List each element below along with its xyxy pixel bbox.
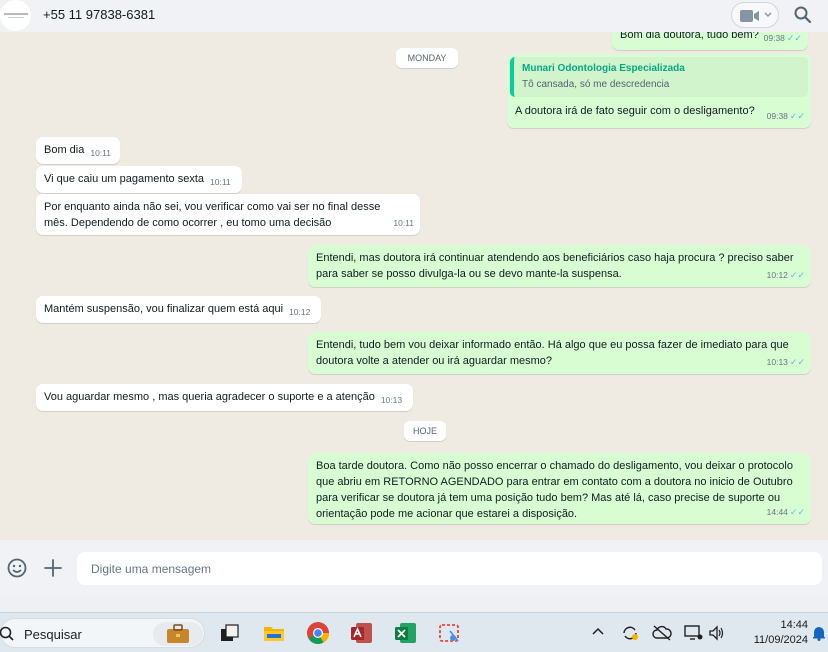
ms-access-icon xyxy=(351,623,372,643)
chrome-icon xyxy=(307,622,329,644)
message-text: Vou aguardar mesmo , mas queria agradece… xyxy=(44,391,375,403)
attach-button[interactable] xyxy=(42,557,64,579)
windows-taskbar: Pesquisar 14:44 11/09/2024 xyxy=(0,612,828,652)
taskbar-chrome[interactable] xyxy=(306,621,330,645)
message-time: 09:38 xyxy=(763,33,785,43)
message-time: 14:44 xyxy=(766,507,788,517)
message-text: Boa tarde doutora. Como não posso encerr… xyxy=(316,460,793,520)
quoted-author: Munari Odontologia Especializada xyxy=(522,63,685,74)
taskbar-snipping-tool[interactable] xyxy=(438,621,462,645)
tray-display[interactable] xyxy=(684,625,703,641)
message-text: Entendi, tudo bem vou deixar informado e… xyxy=(316,339,789,367)
smiley-icon xyxy=(7,558,27,578)
message-time: 10:13 xyxy=(380,395,403,405)
taskbar-search-box[interactable]: Pesquisar xyxy=(0,618,205,648)
search-highlight-badge[interactable] xyxy=(153,622,203,646)
chat-header: +55 11 97838-6381 xyxy=(0,0,828,32)
read-receipt-icon: ✓✓ xyxy=(789,270,805,280)
plus-icon xyxy=(44,559,62,577)
message-time: 09:38 xyxy=(766,111,788,121)
bell-icon xyxy=(813,627,825,641)
message-text: Bom dia doutora, tudo bem? xyxy=(620,32,759,41)
message-time: 10:11 xyxy=(210,177,231,187)
taskbar-clock[interactable]: 14:44 11/09/2024 xyxy=(736,618,808,648)
task-view-icon xyxy=(221,624,239,641)
taskbar-access[interactable] xyxy=(350,621,374,645)
briefcase-icon xyxy=(167,624,189,643)
message-meta: 10:12 ✓✓ xyxy=(767,267,805,283)
read-receipt-icon: ✓✓ xyxy=(789,111,805,121)
tray-notifications[interactable] xyxy=(812,625,828,641)
message-time: 10:13 xyxy=(766,357,788,367)
quoted-text: Tô cansada, só me descredencia xyxy=(522,79,670,90)
message-incoming[interactable]: Por enquanto ainda não sei, vou verifica… xyxy=(36,194,420,235)
video-call-button[interactable] xyxy=(731,2,779,28)
message-time: 10:11 xyxy=(393,218,414,228)
message-incoming[interactable]: Vou aguardar mesmo , mas queria agradece… xyxy=(36,384,413,411)
window-bottom-edge xyxy=(0,596,828,612)
tray-show-hidden-icons[interactable] xyxy=(591,625,609,641)
tray-network[interactable] xyxy=(652,625,672,641)
avatar-logo-mark xyxy=(4,13,28,15)
read-receipt-icon: ✓✓ xyxy=(789,357,805,367)
message-meta: 09:38 ✓✓ xyxy=(767,108,805,124)
speaker-icon xyxy=(709,625,724,641)
message-outgoing-reply[interactable]: Munari Odontologia Especializada Tô cans… xyxy=(507,54,811,128)
folder-icon xyxy=(264,627,284,641)
monitor-icon xyxy=(684,625,703,640)
date-separator: MONDAY xyxy=(396,48,458,68)
search-icon xyxy=(794,6,812,24)
message-input[interactable] xyxy=(77,552,822,585)
contact-name[interactable]: +55 11 97838-6381 xyxy=(43,7,155,22)
message-time: 10:12 xyxy=(289,307,311,317)
clock-time: 14:44 xyxy=(780,619,808,631)
message-text: A doutora irá de fato seguir com o desli… xyxy=(515,105,755,117)
message-incoming[interactable]: Bom dia 10:11 xyxy=(36,137,120,164)
message-meta: 09:38 ✓✓ xyxy=(764,32,802,46)
taskbar-task-view[interactable] xyxy=(218,621,242,645)
message-time: 10:11 xyxy=(90,148,111,158)
video-camera-icon xyxy=(740,10,759,22)
message-text: Bom dia xyxy=(44,144,85,156)
chevron-up-icon xyxy=(592,627,604,635)
contact-avatar[interactable] xyxy=(0,0,31,31)
excel-icon xyxy=(395,623,416,643)
message-time: 10:12 xyxy=(766,270,788,280)
message-outgoing[interactable]: Boa tarde doutora. Como não posso encerr… xyxy=(308,453,811,524)
tray-sync[interactable] xyxy=(621,625,639,641)
taskbar-search-label: Pesquisar xyxy=(24,627,82,642)
cloud-offline-icon xyxy=(652,625,672,641)
message-incoming[interactable]: Mantém suspensão, vou finalizar quem est… xyxy=(36,296,321,323)
date-separator: HOJE xyxy=(404,421,446,441)
chevron-down-icon xyxy=(764,12,772,17)
taskbar-excel[interactable] xyxy=(394,621,418,645)
message-text: Vi que caiu um pagamento sexta xyxy=(44,173,205,185)
message-meta: 14:44 ✓✓ xyxy=(767,504,805,520)
clock-date: 11/09/2024 xyxy=(753,634,808,646)
search-icon xyxy=(0,626,14,641)
message-incoming[interactable]: Vi que caiu um pagamento sexta 10:11 xyxy=(36,166,242,193)
message-list[interactable]: Bom dia doutora, tudo bem? 09:38 ✓✓ MONDA… xyxy=(0,32,828,540)
snipping-tool-icon xyxy=(439,624,459,642)
read-receipt-icon: ✓✓ xyxy=(789,507,805,517)
search-chat-button[interactable] xyxy=(792,4,814,26)
sync-icon xyxy=(623,626,638,640)
message-text: Mantém suspensão, vou finalizar quem est… xyxy=(44,303,284,315)
emoji-button[interactable] xyxy=(6,557,28,579)
message-outgoing[interactable]: Entendi, mas doutora irá continuar atend… xyxy=(308,245,811,287)
quoted-message[interactable]: Munari Odontologia Especializada Tô cans… xyxy=(510,57,808,97)
message-outgoing[interactable]: Entendi, tudo bem vou deixar informado e… xyxy=(308,332,811,374)
tray-volume[interactable] xyxy=(709,625,727,641)
avatar-logo-mark-sub xyxy=(8,17,24,18)
message-text: Entendi, mas doutora irá continuar atend… xyxy=(316,252,794,280)
message-outgoing[interactable]: Bom dia doutora, tudo bem? 09:38 ✓✓ xyxy=(612,32,808,50)
taskbar-file-explorer[interactable] xyxy=(262,621,286,645)
message-text: Por enquanto ainda não sei, vou verifica… xyxy=(44,201,381,229)
read-receipt-icon: ✓✓ xyxy=(786,33,802,43)
message-composer xyxy=(0,540,828,596)
message-meta: 10:13 ✓✓ xyxy=(767,354,805,370)
